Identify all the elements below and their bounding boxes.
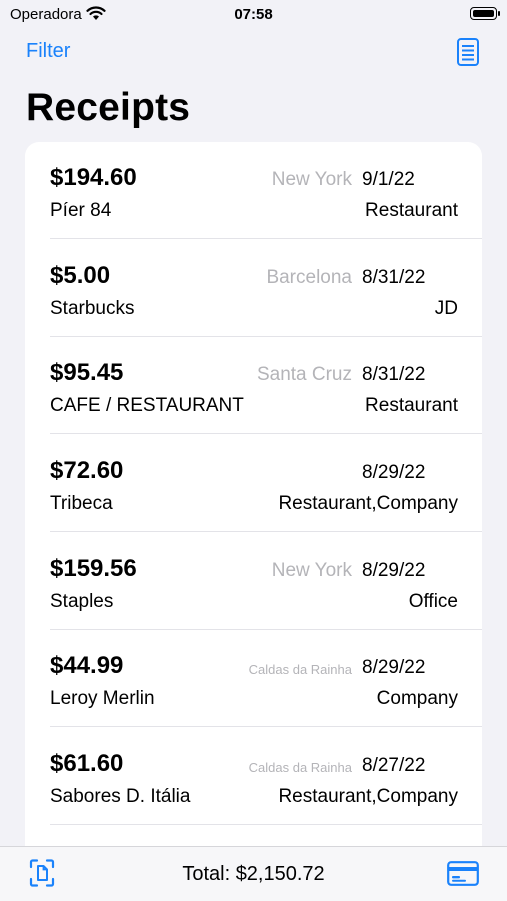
receipt-city: New York: [271, 560, 352, 581]
row-divider: [50, 726, 482, 727]
receipt-merchant: Leroy Merlin: [50, 688, 155, 709]
receipt-amount: $61.60: [50, 750, 124, 777]
receipt-date: 9/1/22: [362, 169, 415, 190]
receipt-amount: $44.99: [50, 652, 124, 679]
receipt-category: Company: [376, 688, 458, 709]
row-divider: [50, 433, 482, 434]
receipt-date: 8/29/22: [362, 462, 426, 483]
receipts-list: $194.60 New York 9/1/22 Píer 84 Restaura…: [25, 142, 482, 862]
receipt-amount: $194.60: [50, 164, 137, 191]
receipt-date: 8/29/22: [362, 560, 426, 581]
row-divider: [50, 824, 482, 825]
receipt-amount: $72.60: [50, 457, 124, 484]
receipt-row[interactable]: $194.60 New York 9/1/22 Píer 84 Restaura…: [25, 142, 482, 239]
filter-button[interactable]: Filter: [26, 40, 70, 63]
receipt-row[interactable]: $61.60 Caldas da Rainha 8/27/22 Sabores …: [25, 728, 482, 825]
status-bar: Operadora 07:58: [0, 0, 507, 28]
receipt-merchant: Píer 84: [50, 200, 112, 221]
receipt-category: Restaurant: [365, 200, 458, 221]
receipt-category: Restaurant: [365, 395, 458, 416]
receipt-row[interactable]: $159.56 New York 8/29/22 Staples Office: [25, 533, 482, 630]
receipt-city: Caldas da Rainha: [248, 662, 352, 677]
receipt-category: Restaurant,Company: [278, 493, 458, 514]
battery-icon: [470, 7, 500, 20]
row-divider: [50, 238, 482, 239]
receipt-category: Office: [408, 591, 458, 612]
receipt-merchant: CAFE / RESTAURANT: [50, 395, 244, 416]
receipt-amount: $159.56: [50, 555, 137, 582]
row-divider: [50, 531, 482, 532]
receipt-row[interactable]: $44.99 Caldas da Rainha 8/29/22 Leroy Me…: [25, 630, 482, 727]
receipt-merchant: Staples: [50, 591, 114, 612]
receipt-city: Santa Cruz: [256, 364, 352, 385]
receipt-row[interactable]: $5.00 Barcelona 8/31/22 Starbucks JD: [25, 240, 482, 337]
total-amount: Total: $2,150.72: [182, 863, 325, 885]
receipt-date: 8/27/22: [362, 755, 426, 776]
list-icon[interactable]: [457, 38, 479, 66]
receipt-merchant: Sabores D. Itália: [50, 786, 191, 807]
receipt-category: JD: [434, 298, 458, 319]
receipt-city: New York: [271, 169, 352, 190]
receipt-row[interactable]: $95.45 Santa Cruz 8/31/22 CAFE / RESTAUR…: [25, 337, 482, 434]
receipt-category: Restaurant,Company: [278, 786, 458, 807]
receipt-date: 8/29/22: [362, 657, 426, 678]
receipt-row[interactable]: $72.60 8/29/22 Tribeca Restaurant,Compan…: [25, 435, 482, 532]
receipt-amount: $95.45: [50, 359, 124, 386]
receipt-city: Caldas da Rainha: [248, 760, 352, 775]
receipt-date: 8/31/22: [362, 267, 426, 288]
bottom-toolbar: Total: $2,150.72: [0, 846, 507, 901]
receipt-amount: $5.00: [50, 262, 111, 289]
page-title: Receipts: [26, 86, 191, 129]
credit-card-icon[interactable]: [447, 861, 479, 886]
clock: 07:58: [234, 6, 273, 23]
receipt-merchant: Tribeca: [50, 493, 113, 514]
receipt-date: 8/31/22: [362, 364, 426, 385]
receipt-city: Barcelona: [266, 267, 352, 288]
receipt-merchant: Starbucks: [50, 298, 135, 319]
